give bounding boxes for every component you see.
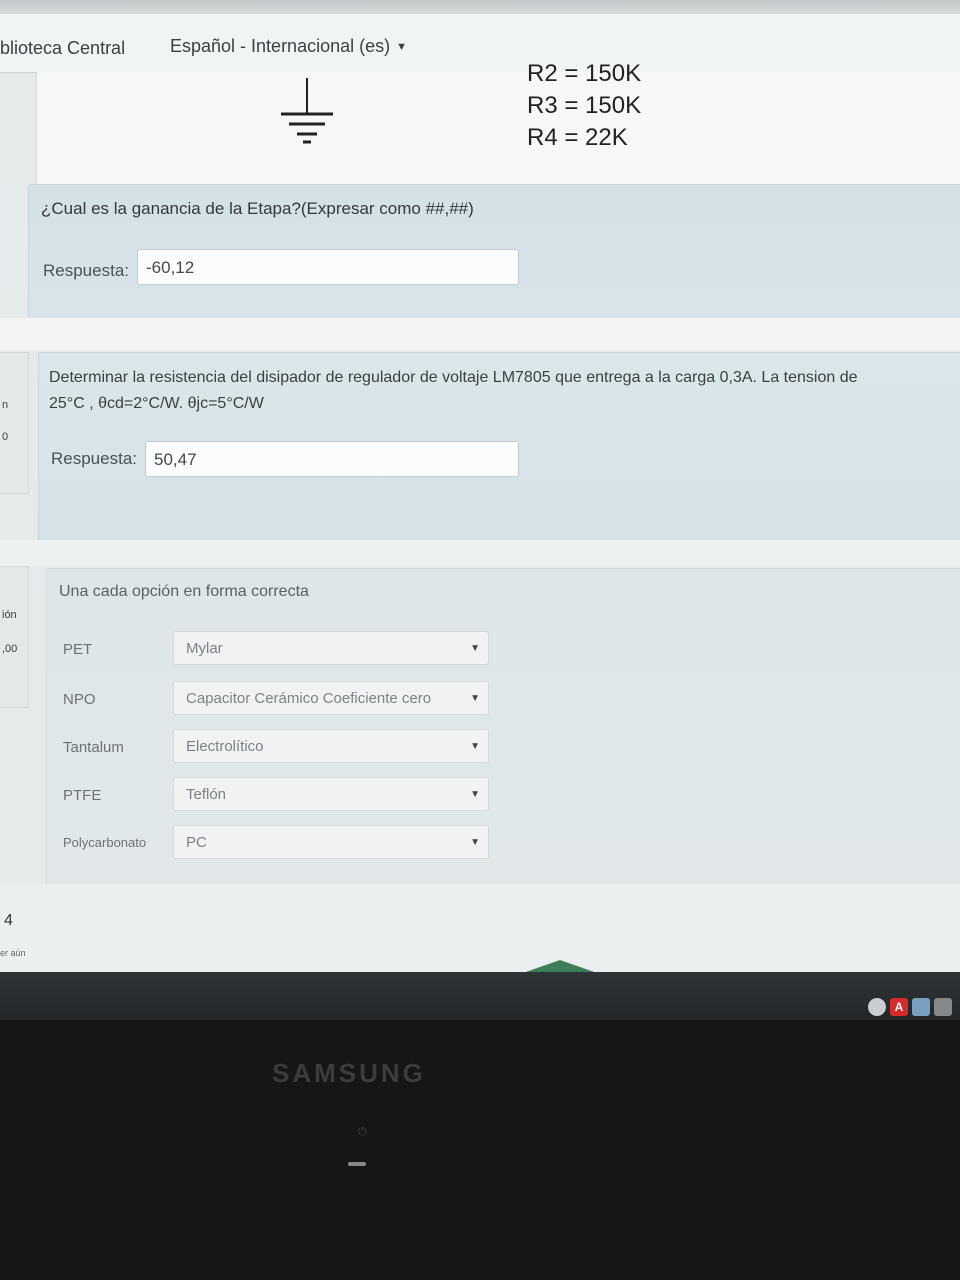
info-text: ,00 — [2, 643, 18, 655]
resistor-r3: R3 = 150K — [527, 92, 642, 119]
question-2-line-2: 25°C , θcd=2°C/W. θjc=5°C/W — [49, 395, 264, 412]
resistor-r4: R4 = 22K — [527, 124, 628, 151]
match-term: PTFE — [63, 787, 102, 804]
match-selected-value: PC — [186, 834, 207, 851]
page-bottom-area — [0, 884, 960, 972]
circuit-image: R2 = 150K R3 = 150K R4 = 22K — [36, 60, 960, 184]
question-4-status: er aún — [0, 948, 26, 958]
spacer — [0, 318, 960, 350]
network-icon[interactable] — [912, 998, 930, 1016]
question-4-number: 4 — [4, 912, 13, 929]
match-term: NPO — [63, 691, 96, 708]
nav-library-link[interactable]: iblioteca Central — [0, 38, 125, 59]
answer-input-q1[interactable]: -60,12 — [137, 249, 519, 285]
match-term: Tantalum — [63, 739, 124, 756]
question-1-panel: ¿Cual es la ganancia de la Etapa?(Expres… — [28, 184, 960, 320]
match-row: NPO Capacitor Cerámico Coeficiente cero … — [47, 681, 507, 717]
dropdown-arrow-icon: ▼ — [470, 741, 480, 752]
tray-expand-icon[interactable] — [934, 998, 952, 1016]
power-icon[interactable]: ⏻ — [358, 1126, 367, 1139]
match-row: Tantalum Electrolítico ▼ — [47, 729, 507, 765]
question-2-line-1: Determinar la resistencia del disipador … — [49, 369, 858, 386]
match-selected-value: Mylar — [186, 640, 223, 657]
question-3-info-tab: ión ,00 — [0, 566, 29, 708]
power-indicator — [348, 1162, 366, 1166]
dropdown-arrow-icon: ▼ — [470, 789, 480, 800]
match-term: Polycarbonato — [63, 835, 147, 850]
match-row: PTFE Teflón ▼ — [47, 777, 507, 813]
caret-down-icon: ▼ — [396, 41, 408, 54]
monitor-brand-logo: SAMSUNG — [272, 1058, 426, 1088]
dropdown-arrow-icon: ▼ — [470, 643, 480, 654]
language-selector[interactable]: Español - Internacional (es) ▼ — [170, 36, 407, 57]
question-1-text: ¿Cual es la ganancia de la Etapa?(Expres… — [41, 199, 474, 218]
ground-symbol-icon — [281, 78, 333, 144]
match-row: Polycarbonato PC ▼ — [47, 825, 507, 861]
question-3-instruction: Una cada opción en forma correcta — [59, 583, 309, 600]
dropdown-arrow-icon: ▼ — [470, 693, 480, 704]
answer-label: Respuesta: — [43, 261, 129, 280]
match-row: PET Mylar ▼ — [47, 631, 507, 667]
question-3-panel: Una cada opción en forma correcta PET My… — [46, 568, 960, 886]
answer-input-q2[interactable]: 50,47 — [145, 441, 519, 477]
resistor-values: R2 = 150K R3 = 150K R4 = 22K — [527, 58, 641, 154]
answer-label: Respuesta: — [51, 449, 137, 468]
screen: iblioteca Central Español - Internaciona… — [0, 0, 960, 1020]
os-taskbar — [0, 972, 960, 1020]
question-2-text: Determinar la resistencia del disipador … — [49, 365, 960, 417]
top-navbar: iblioteca Central Español - Internaciona… — [0, 14, 960, 73]
question-2-info-tab: n 0 — [0, 352, 29, 494]
match-select-polycarbonato[interactable]: PC ▼ — [173, 825, 489, 859]
match-selected-value: Capacitor Cerámico Coeficiente cero — [186, 690, 432, 707]
resistor-r2: R2 = 150K — [527, 60, 642, 87]
match-term: PET — [63, 641, 93, 658]
spacer — [0, 540, 960, 566]
info-text: n — [2, 399, 9, 411]
acrobat-icon[interactable]: A — [890, 998, 908, 1016]
match-select-ptfe[interactable]: Teflón ▼ — [173, 777, 489, 811]
match-selected-value: Teflón — [186, 786, 227, 803]
browser-tab-strip — [0, 0, 960, 14]
system-tray: A — [864, 998, 952, 1020]
info-text: ión — [2, 609, 17, 621]
match-select-pet[interactable]: Mylar ▼ — [173, 631, 489, 665]
question-2-panel: Determinar la resistencia del disipador … — [38, 352, 960, 542]
match-selected-value: Electrolítico — [186, 738, 264, 755]
cloud-icon[interactable] — [868, 998, 886, 1016]
info-text: 0 — [2, 431, 9, 443]
monitor-bezel — [0, 1020, 960, 1280]
match-select-npo[interactable]: Capacitor Cerámico Coeficiente cero ▼ — [173, 681, 489, 715]
dropdown-arrow-icon: ▼ — [470, 837, 480, 848]
language-label: Español - Internacional (es) — [170, 36, 391, 56]
match-select-tantalum[interactable]: Electrolítico ▼ — [173, 729, 489, 763]
